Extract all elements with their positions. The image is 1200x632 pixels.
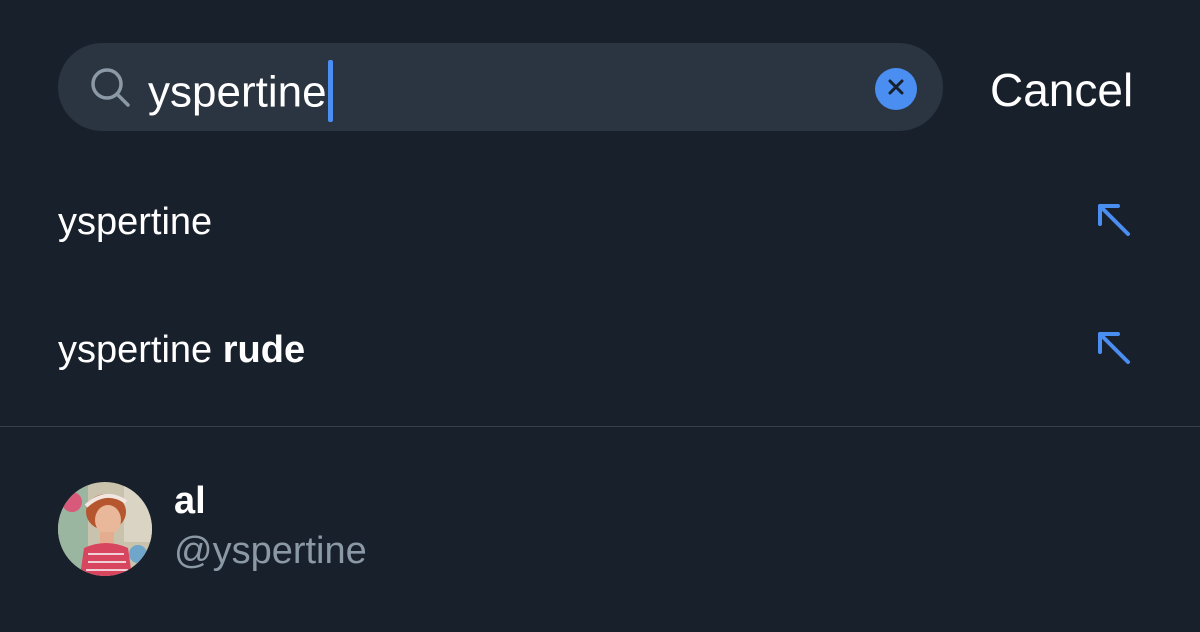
suggestion-label: yspertine: [58, 201, 213, 243]
search-bar[interactable]: yspertine: [58, 43, 943, 131]
search-icon: [88, 65, 132, 109]
search-input[interactable]: yspertine: [148, 60, 848, 122]
user-result-row[interactable]: al @yspertine: [0, 427, 1200, 632]
search-suggestion[interactable]: yspertine rude: [0, 284, 1200, 412]
search-query-text: yspertine: [148, 67, 327, 117]
arrow-up-left-icon[interactable]: [1094, 328, 1134, 368]
avatar[interactable]: [58, 482, 152, 576]
arrow-up-left-icon[interactable]: [1094, 200, 1134, 240]
user-handle: @yspertine: [174, 530, 367, 572]
search-suggestion[interactable]: yspertine: [0, 156, 1200, 284]
clear-search-button[interactable]: [875, 68, 917, 110]
cancel-button[interactable]: Cancel: [990, 60, 1133, 120]
text-caret: [327, 60, 333, 122]
suggestion-label: yspertine rude: [58, 329, 306, 371]
user-display-name: al: [174, 480, 206, 522]
clear-icon: [887, 78, 905, 101]
